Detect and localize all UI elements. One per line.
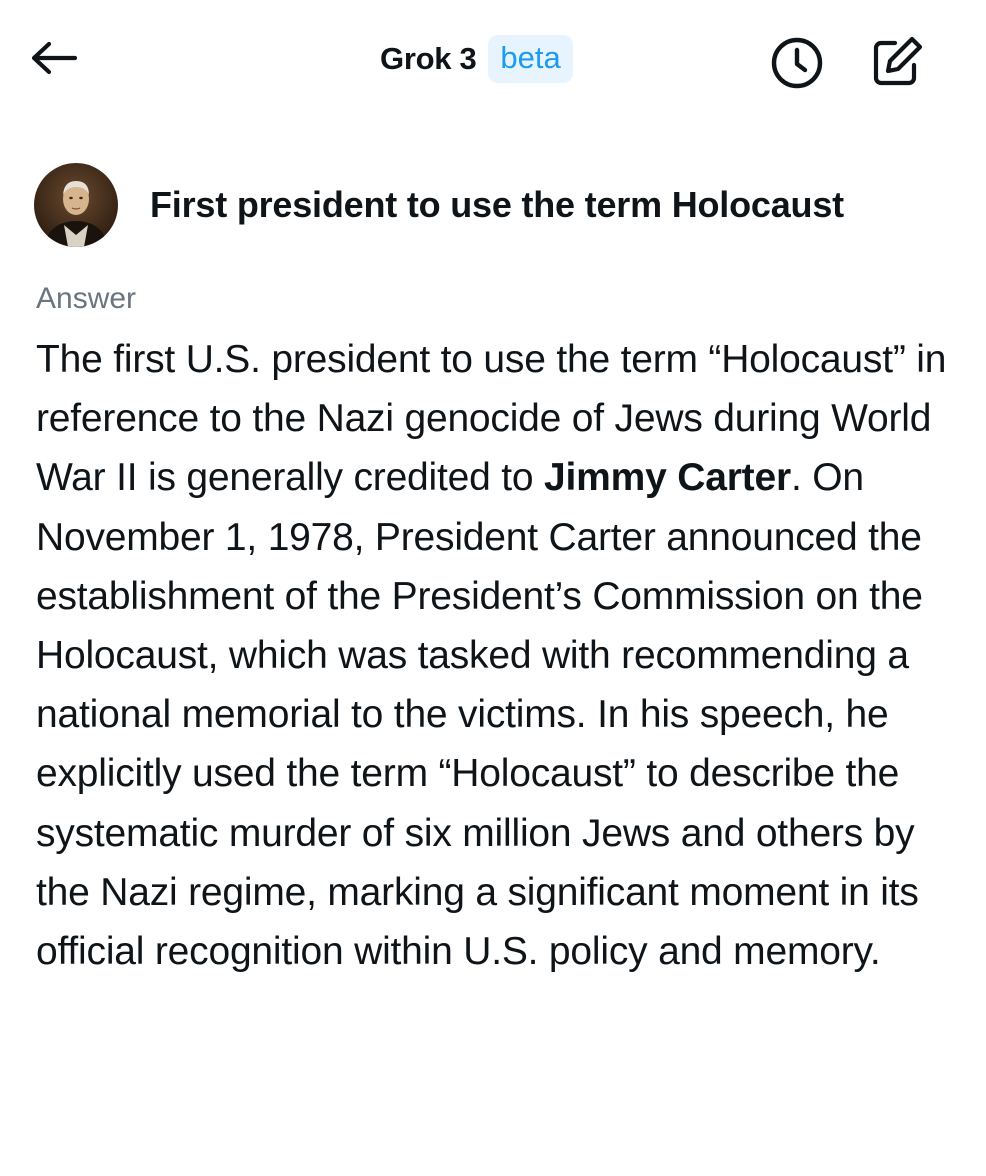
back-button[interactable] [28, 36, 80, 80]
history-button[interactable] [768, 34, 826, 92]
clock-icon [771, 37, 823, 89]
portrait-avatar-image [34, 163, 118, 247]
new-chat-button[interactable] [868, 32, 928, 90]
avatar [34, 163, 118, 247]
answer-highlight: Jimmy Carter [544, 456, 791, 500]
user-query: First president to use the term Holocaus… [34, 162, 964, 248]
top-bar: Grok 3 beta [0, 0, 986, 120]
answer-label: Answer [36, 282, 137, 315]
answer-text: The first U.S. president to use the term… [36, 330, 966, 981]
beta-badge: beta [488, 35, 573, 83]
query-text: First president to use the term Holocaus… [150, 184, 844, 225]
arrow-left-icon [31, 41, 78, 75]
header-title-group: Grok 3 beta [380, 34, 573, 84]
compose-icon [873, 36, 923, 86]
answer-text-part: . On November 1, 1978, President Carter … [36, 456, 923, 974]
app-title: Grok 3 [380, 41, 477, 76]
